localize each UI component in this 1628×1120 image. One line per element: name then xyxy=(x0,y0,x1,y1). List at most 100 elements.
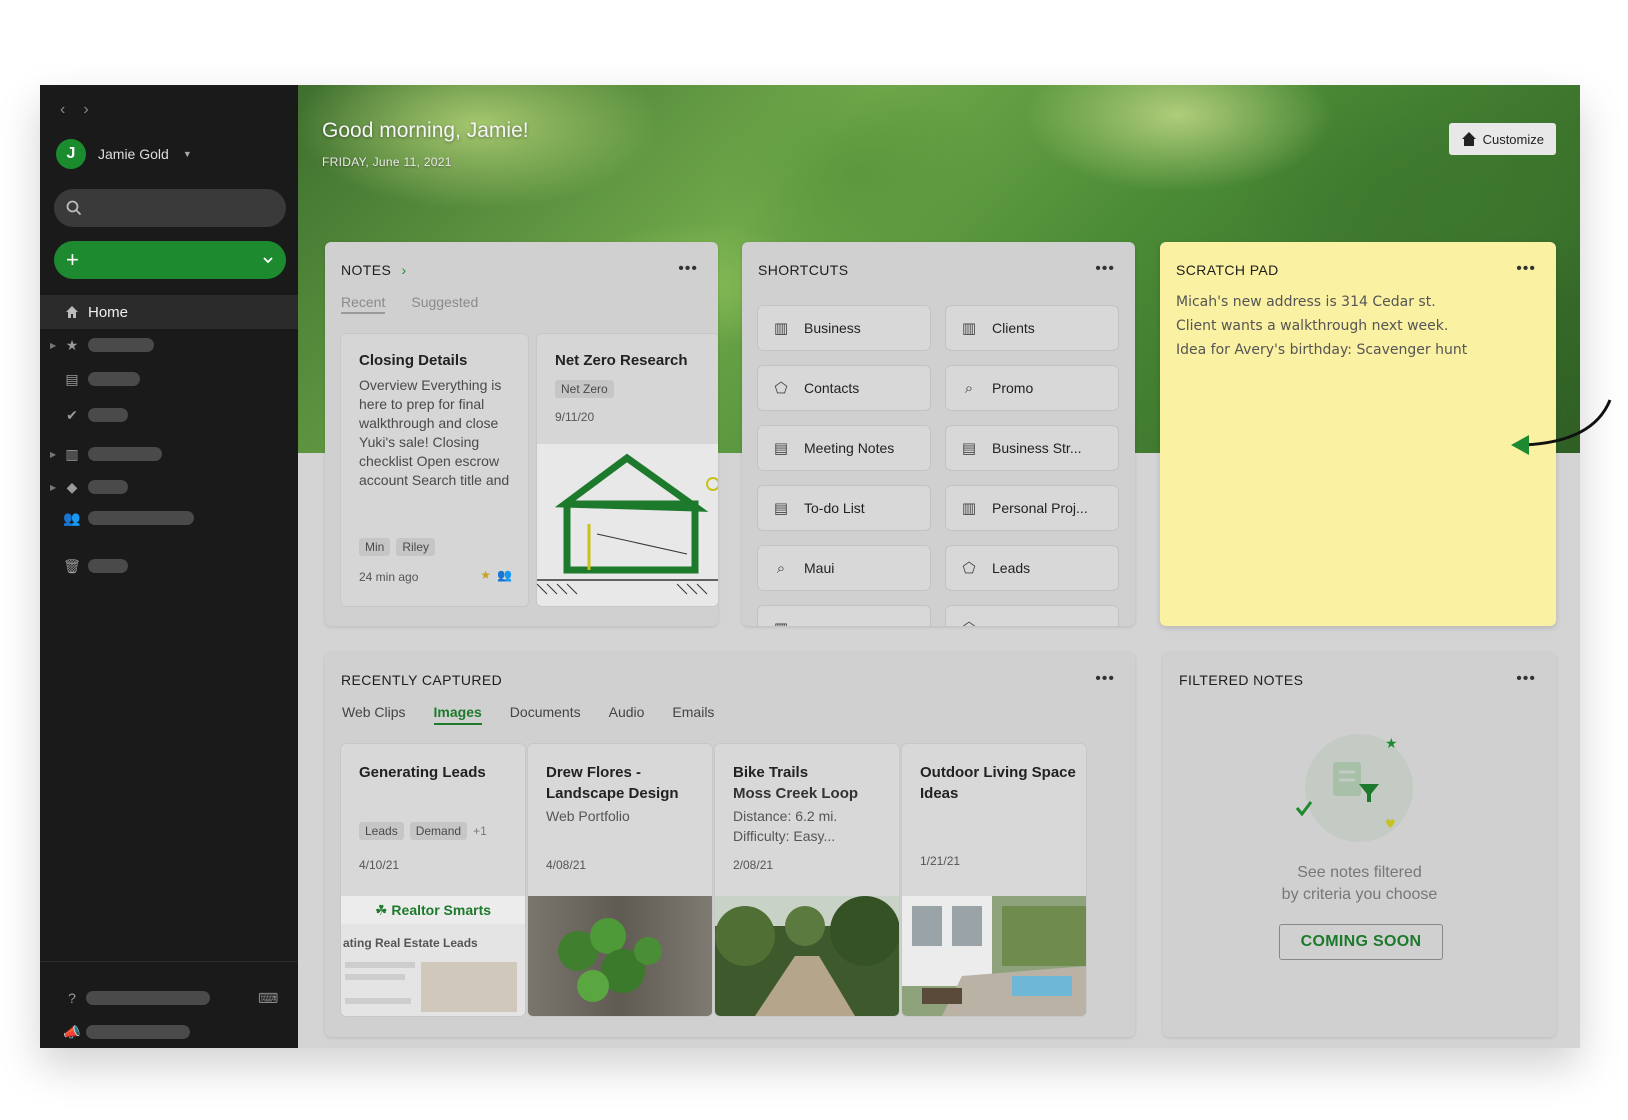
widget-title: SCRATCH PAD xyxy=(1176,262,1279,278)
sidebar-item-tags[interactable]: ▶ ◆ xyxy=(40,475,298,499)
placeholder-bar xyxy=(88,338,154,352)
item-detail: Distance: 6.2 mi. xyxy=(733,808,838,824)
tab-web-clips[interactable]: Web Clips xyxy=(342,704,406,725)
notes-title[interactable]: NOTES › xyxy=(341,262,407,278)
item-title: Drew Flores - Landscape Design xyxy=(546,764,679,802)
tab-emails[interactable]: Emails xyxy=(672,704,714,725)
sidebar-item-tasks[interactable]: ✔ xyxy=(40,403,298,427)
svg-text:★: ★ xyxy=(1385,736,1398,752)
chevron-right-icon[interactable]: › xyxy=(402,262,407,278)
shortcut-item[interactable]: ▥ Clients xyxy=(946,306,1118,350)
chevron-down-icon[interactable] xyxy=(262,254,274,266)
note-card[interactable]: Net Zero Research Net Zero 9/11/20 xyxy=(537,334,718,606)
svg-text:♥: ♥ xyxy=(1385,817,1396,831)
item-date: 2/08/21 xyxy=(733,858,774,872)
sidebar-item-trash[interactable]: 🗑 xyxy=(40,554,298,578)
history-nav: ‹ › xyxy=(60,101,89,119)
customize-button[interactable]: Customize xyxy=(1448,123,1556,155)
filtered-description: by criteria you choose xyxy=(1281,886,1438,903)
back-arrow-icon[interactable]: ‹ xyxy=(60,101,65,119)
scratch-pad-widget[interactable]: SCRATCH PAD ••• Micah's new address is 3… xyxy=(1160,242,1556,626)
captured-item[interactable]: Outdoor Living Space Ideas 1/21/21 xyxy=(902,744,1086,1016)
widget-title: FILTERED NOTES xyxy=(1179,672,1304,688)
web-clip-thumbnail: ☘ Realtor Smarts ating Real Estate Leads xyxy=(341,896,525,1016)
sidebar-item-home[interactable]: Home xyxy=(40,295,298,329)
note-icon: ▤ xyxy=(773,440,789,457)
clip-heading: ating Real Estate Leads xyxy=(343,936,478,950)
tab-suggested[interactable]: Suggested xyxy=(411,294,478,314)
notebook-icon: ▥ xyxy=(65,445,79,462)
shortcut-item[interactable]: ⌕ Promo xyxy=(946,366,1118,410)
expand-caret-icon[interactable]: ▶ xyxy=(50,450,56,459)
help-item[interactable]: ? ⌨ xyxy=(40,986,298,1010)
avatar: J xyxy=(56,139,86,169)
placeholder-bar xyxy=(88,559,128,573)
widget-title: RECENTLY CAPTURED xyxy=(341,672,503,688)
note-preview: Overview Everything is here to prep for … xyxy=(359,377,510,488)
shortcut-item[interactable]: ▥ Personal Proj... xyxy=(946,486,1118,530)
placeholder-bar xyxy=(88,447,162,461)
notebook-icon: ▥ xyxy=(961,320,977,337)
shortcut-item[interactable]: ⬠ Contacts xyxy=(758,366,930,410)
note-card[interactable]: Closing Details Overview Everything is h… xyxy=(341,334,528,606)
shortcut-item[interactable]: ▤ To-do List xyxy=(758,486,930,530)
item-title: Bike Trails xyxy=(733,764,809,781)
shortcut-item[interactable]: ⬠ Leads xyxy=(946,546,1118,590)
widget-title: SHORTCUTS xyxy=(758,262,849,278)
notes-widget: NOTES › ••• Recent Suggested Closing Det… xyxy=(325,242,718,626)
check-circle-icon: ✔ xyxy=(66,406,78,423)
coming-soon-button[interactable]: COMING SOON xyxy=(1279,924,1443,960)
tab-documents[interactable]: Documents xyxy=(510,704,581,725)
captured-item[interactable]: Drew Flores - Landscape Design Web Portf… xyxy=(528,744,712,1016)
forward-arrow-icon[interactable]: › xyxy=(83,101,88,119)
tag-chip[interactable]: Leads xyxy=(359,822,404,840)
more-options-icon[interactable]: ••• xyxy=(1516,260,1536,278)
shortcut-item[interactable]: ⌕ Maui xyxy=(758,546,930,590)
sidebar-item-shortcuts[interactable]: ▶ ★ xyxy=(40,333,298,357)
note-date: 9/11/20 xyxy=(555,410,595,424)
item-subtitle: Moss Creek Loop xyxy=(733,785,859,802)
keyboard-icon[interactable]: ⌨ xyxy=(258,990,278,1007)
more-options-icon[interactable]: ••• xyxy=(678,260,698,278)
tab-recent[interactable]: Recent xyxy=(341,294,386,314)
note-title: Closing Details xyxy=(359,352,468,369)
greeting: Good morning, Jamie! xyxy=(322,119,529,142)
search-icon: ⌕ xyxy=(964,379,974,397)
shortcut-item[interactable]: ▥ xyxy=(758,606,930,626)
account-switcher[interactable]: J Jamie Gold ▼ xyxy=(56,139,192,169)
tag-chip[interactable]: Min xyxy=(359,538,391,556)
more-options-icon[interactable]: ••• xyxy=(1516,670,1536,688)
expand-caret-icon[interactable]: ▶ xyxy=(50,341,56,350)
filter-illustration-icon: ★ ♥ xyxy=(1295,734,1413,842)
tab-audio[interactable]: Audio xyxy=(609,704,645,725)
shortcut-item[interactable]: ▤ Meeting Notes xyxy=(758,426,930,470)
tag-chip[interactable]: Riley xyxy=(396,538,436,556)
tab-images[interactable]: Images xyxy=(433,704,482,725)
placeholder-bar xyxy=(88,511,194,525)
captured-item[interactable]: Bike Trails Moss Creek Loop Distance: 6.… xyxy=(715,744,899,1016)
help-icon: ? xyxy=(68,990,76,1006)
tag-chip[interactable]: Demand xyxy=(409,822,468,840)
whats-new-item[interactable]: 📣 xyxy=(40,1020,298,1044)
shortcut-item[interactable]: ▤ Business Str... xyxy=(946,426,1118,470)
patio-photo xyxy=(902,896,1086,1016)
recently-captured-widget: RECENTLY CAPTURED ••• Web Clips Images D… xyxy=(325,652,1135,1037)
captured-item[interactable]: Generating Leads Leads Demand +1 4/10/21 ☘… xyxy=(341,744,525,1016)
clip-photo xyxy=(421,962,517,1012)
sidebar-item-notebooks[interactable]: ▶ ▥ xyxy=(40,442,298,466)
search-input[interactable] xyxy=(54,189,286,227)
shortcut-item[interactable]: ▥ Business xyxy=(758,306,930,350)
new-note-button[interactable]: + xyxy=(54,241,286,279)
item-tags: Leads Demand +1 xyxy=(359,822,487,840)
trash-icon: 🗑 xyxy=(63,557,81,574)
filtered-notes-widget: FILTERED NOTES ••• ★ ♥ See notes filtere… xyxy=(1163,652,1556,1037)
tag-chip[interactable]: Net Zero xyxy=(555,380,614,398)
more-options-icon[interactable]: ••• xyxy=(1095,670,1115,688)
expand-caret-icon[interactable]: ▶ xyxy=(50,483,56,492)
shortcut-label: Maui xyxy=(804,560,835,576)
sidebar-item-notes[interactable]: ▤ xyxy=(40,367,298,391)
more-options-icon[interactable]: ••• xyxy=(1095,260,1115,278)
filtered-description: See notes filtered xyxy=(1297,864,1422,881)
sidebar-item-shared[interactable]: 👥 xyxy=(40,506,298,530)
shortcut-item[interactable]: ⬠ xyxy=(946,606,1118,626)
